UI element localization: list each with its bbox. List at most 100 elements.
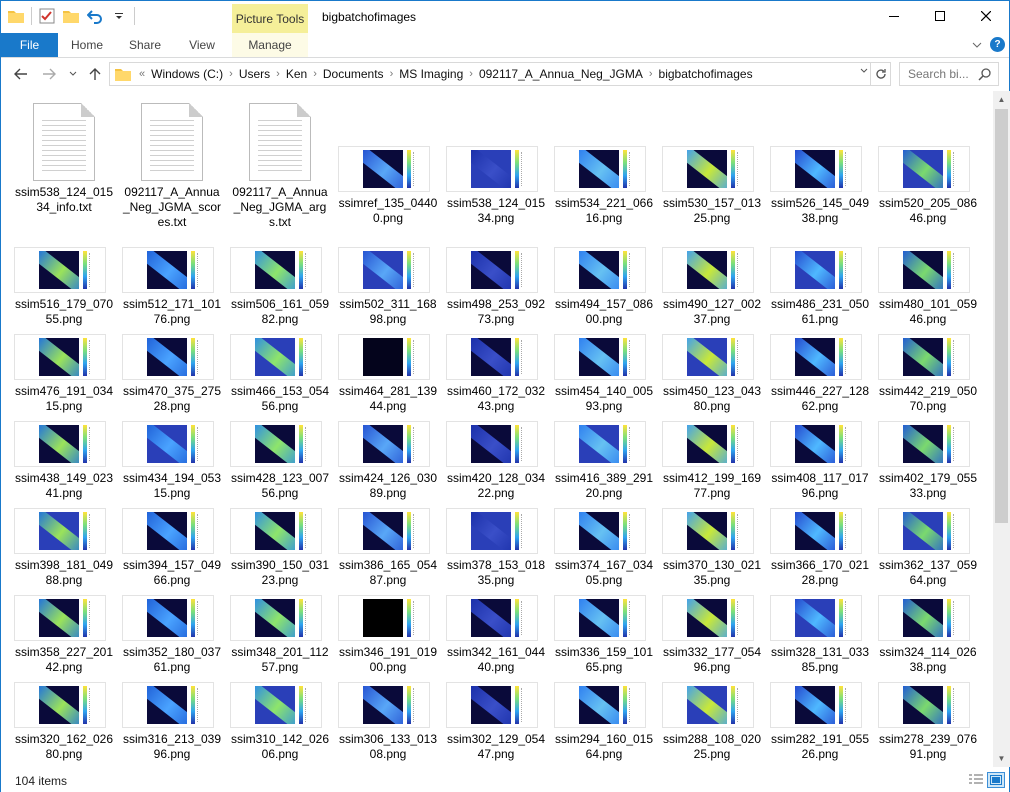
- image-file-item[interactable]: ssim498_253_09273.png: [446, 247, 546, 327]
- image-file-item[interactable]: ssim328_131_03385.png: [770, 595, 870, 675]
- image-file-item[interactable]: ssim320_162_02680.png: [14, 682, 114, 762]
- image-file-item[interactable]: ssim516_179_07055.png: [14, 247, 114, 327]
- image-file-item[interactable]: ssim476_191_03415.png: [14, 334, 114, 414]
- text-file-item[interactable]: 092117_A_Annua_Neg_JGMA_scores.txt: [122, 103, 222, 230]
- image-file-item[interactable]: ssim366_170_02128.png: [770, 508, 870, 588]
- breadcrumb-current[interactable]: bigbatchofimages: [655, 67, 757, 81]
- image-file-item[interactable]: ssim526_145_04938.png: [770, 146, 870, 226]
- breadcrumb-documents[interactable]: Documents: [319, 67, 388, 81]
- image-file-item[interactable]: ssim420_128_03422.png: [446, 421, 546, 501]
- scroll-up-icon[interactable]: ▲: [993, 91, 1010, 108]
- details-view-button[interactable]: [967, 772, 985, 788]
- image-file-item[interactable]: ssim310_142_02606.png: [230, 682, 330, 762]
- address-history-dropdown[interactable]: [860, 66, 868, 77]
- folder-icon[interactable]: [7, 7, 25, 25]
- large-icons-view-button[interactable]: [987, 772, 1005, 788]
- image-file-item[interactable]: ssim486_231_05061.png: [770, 247, 870, 327]
- scrollbar-thumb[interactable]: [995, 109, 1008, 523]
- close-button[interactable]: [963, 1, 1009, 31]
- vertical-scrollbar[interactable]: ▲ ▼: [993, 91, 1010, 767]
- expand-ribbon-icon[interactable]: [972, 38, 982, 52]
- image-file-item[interactable]: ssim408_117_01796.png: [770, 421, 870, 501]
- image-file-item[interactable]: ssim490_127_00237.png: [662, 247, 762, 327]
- search-icon[interactable]: [978, 67, 992, 81]
- image-file-item[interactable]: ssim506_161_05982.png: [230, 247, 330, 327]
- image-file-item[interactable]: ssim336_159_10165.png: [554, 595, 654, 675]
- tab-view[interactable]: View: [179, 33, 225, 57]
- breadcrumb-drive[interactable]: Windows (C:): [147, 67, 227, 81]
- image-file-item[interactable]: ssim446_227_12862.png: [770, 334, 870, 414]
- image-file-item[interactable]: ssim464_281_13944.png: [338, 334, 438, 414]
- image-file-item[interactable]: ssim332_177_05496.png: [662, 595, 762, 675]
- image-file-item[interactable]: ssim370_130_02135.png: [662, 508, 762, 588]
- image-file-item[interactable]: ssim278_239_07691.png: [878, 682, 978, 762]
- image-file-item[interactable]: ssim358_227_20142.png: [14, 595, 114, 675]
- text-file-item[interactable]: 092117_A_Annua_Neg_JGMA_args.txt: [230, 103, 330, 230]
- image-file-item[interactable]: ssim416_389_29120.png: [554, 421, 654, 501]
- breadcrumb-separator[interactable]: ›: [227, 68, 235, 80]
- image-file-item[interactable]: ssim362_137_05964.png: [878, 508, 978, 588]
- image-file-item[interactable]: ssim288_108_02025.png: [662, 682, 762, 762]
- text-file-item[interactable]: ssim538_124_01534_info.txt: [14, 103, 114, 215]
- tab-file[interactable]: File: [1, 33, 58, 57]
- image-file-item[interactable]: ssim502_311_16898.png: [338, 247, 438, 327]
- image-file-item[interactable]: ssim520_205_08646.png: [878, 146, 978, 226]
- breadcrumb-separator[interactable]: ›: [311, 68, 319, 80]
- breadcrumb-separator[interactable]: ›: [467, 68, 475, 80]
- undo-icon[interactable]: [86, 7, 104, 25]
- image-file-item[interactable]: ssim428_123_00756.png: [230, 421, 330, 501]
- image-file-item[interactable]: ssim480_101_05946.png: [878, 247, 978, 327]
- refresh-button[interactable]: [870, 63, 890, 85]
- image-file-item[interactable]: ssim352_180_03761.png: [122, 595, 222, 675]
- breadcrumb-ms-imaging[interactable]: MS Imaging: [395, 67, 467, 81]
- tab-home[interactable]: Home: [63, 33, 111, 57]
- image-file-item[interactable]: ssim412_199_16977.png: [662, 421, 762, 501]
- image-file-item[interactable]: ssim534_221_06616.png: [554, 146, 654, 226]
- image-file-item[interactable]: ssim398_181_04988.png: [14, 508, 114, 588]
- image-file-item[interactable]: ssim306_133_01308.png: [338, 682, 438, 762]
- image-file-item[interactable]: ssim346_191_01900.png: [338, 595, 438, 675]
- image-file-item[interactable]: ssim390_150_03123.png: [230, 508, 330, 588]
- image-file-item[interactable]: ssim324_114_02638.png: [878, 595, 978, 675]
- overflow-chevron[interactable]: «: [137, 68, 147, 80]
- maximize-button[interactable]: [917, 1, 963, 31]
- forward-button[interactable]: [39, 64, 59, 84]
- image-file-item[interactable]: ssim470_375_27528.png: [122, 334, 222, 414]
- up-button[interactable]: [85, 64, 105, 84]
- image-file-item[interactable]: ssim424_126_03089.png: [338, 421, 438, 501]
- scroll-down-icon[interactable]: ▼: [993, 750, 1010, 767]
- image-file-item[interactable]: ssim460_172_03243.png: [446, 334, 546, 414]
- image-file-item[interactable]: ssim294_160_01564.png: [554, 682, 654, 762]
- image-file-item[interactable]: ssim302_129_05447.png: [446, 682, 546, 762]
- breadcrumb-separator[interactable]: ›: [647, 68, 655, 80]
- help-icon[interactable]: ?: [990, 37, 1005, 52]
- image-file-item[interactable]: ssim378_153_01835.png: [446, 508, 546, 588]
- image-file-item[interactable]: ssim494_157_08600.png: [554, 247, 654, 327]
- image-file-item[interactable]: ssim450_123_04380.png: [662, 334, 762, 414]
- recent-locations-button[interactable]: [63, 64, 83, 84]
- image-file-item[interactable]: ssim454_140_00593.png: [554, 334, 654, 414]
- image-file-item[interactable]: ssim530_157_01325.png: [662, 146, 762, 226]
- properties-icon[interactable]: [38, 7, 56, 25]
- image-file-item[interactable]: ssim348_201_11257.png: [230, 595, 330, 675]
- image-file-item[interactable]: ssim316_213_03996.png: [122, 682, 222, 762]
- image-file-item[interactable]: ssim394_157_04966.png: [122, 508, 222, 588]
- image-file-item[interactable]: ssim442_219_05070.png: [878, 334, 978, 414]
- breadcrumb-separator[interactable]: ›: [388, 68, 396, 80]
- image-file-item[interactable]: ssim434_194_05315.png: [122, 421, 222, 501]
- customize-qat-icon[interactable]: [110, 7, 128, 25]
- image-file-item[interactable]: ssim342_161_04440.png: [446, 595, 546, 675]
- image-file-item[interactable]: ssim466_153_05456.png: [230, 334, 330, 414]
- breadcrumb-ken[interactable]: Ken: [282, 67, 311, 81]
- breadcrumb-project[interactable]: 092117_A_Annua_Neg_JGMA: [475, 67, 647, 81]
- address-bar[interactable]: « Windows (C:) › Users › Ken › Documents…: [109, 62, 891, 86]
- image-file-item[interactable]: ssim282_191_05526.png: [770, 682, 870, 762]
- image-file-item[interactable]: ssimref_135_04400.png: [338, 146, 438, 226]
- breadcrumb-users[interactable]: Users: [235, 67, 274, 81]
- image-file-item[interactable]: ssim538_124_01534.png: [446, 146, 546, 226]
- image-file-item[interactable]: ssim402_179_05533.png: [878, 421, 978, 501]
- search-input[interactable]: Search bi...: [899, 62, 999, 86]
- image-file-item[interactable]: ssim374_167_03405.png: [554, 508, 654, 588]
- breadcrumb-separator[interactable]: ›: [274, 68, 282, 80]
- image-file-item[interactable]: ssim438_149_02341.png: [14, 421, 114, 501]
